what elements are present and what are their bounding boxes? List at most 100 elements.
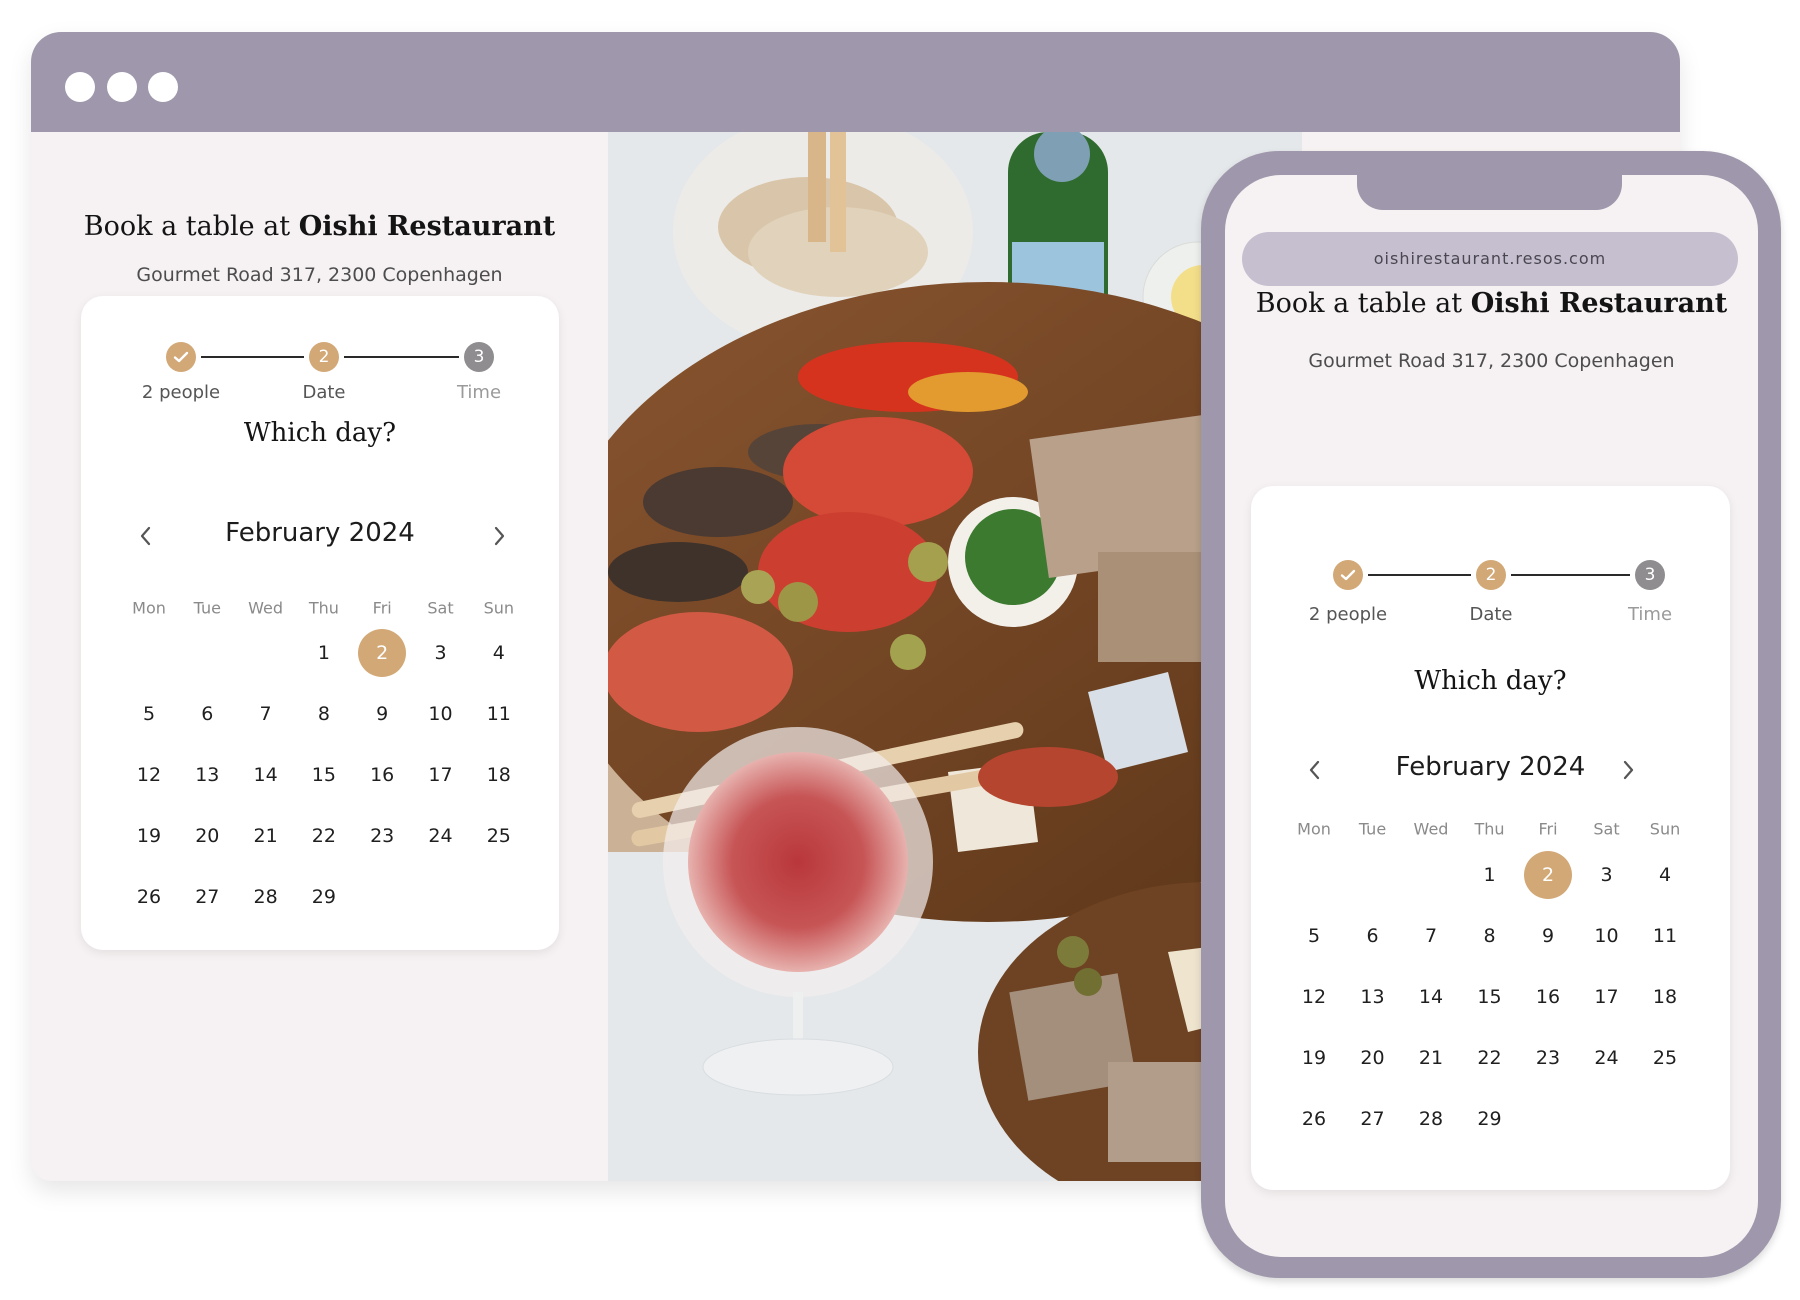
calendar-day[interactable]: 26 [125,873,173,921]
calendar-day[interactable]: 24 [1583,1034,1631,1082]
weekday-sat: Sat [427,598,454,618]
mobile-url-bar[interactable]: oishirestaurant.resos.com [1242,232,1738,286]
calendar-day[interactable]: 5 [125,690,173,738]
calendar-day[interactable]: 4 [1641,851,1689,899]
step-2-indicator: 2 [1476,560,1506,590]
calendar-day[interactable]: 10 [417,690,465,738]
next-month-button[interactable] [1615,757,1641,783]
calendar-day[interactable]: 18 [475,751,523,799]
calendar-day[interactable]: 12 [125,751,173,799]
calendar-day[interactable]: 7 [242,690,290,738]
mobile-phone-frame: oishirestaurant.resos.com Book a table a… [1201,151,1781,1278]
step-1-indicator[interactable] [1333,560,1363,590]
calendar-day[interactable]: 11 [1641,912,1689,960]
calendar-day[interactable]: 22 [300,812,348,860]
chevron-left-icon [140,526,151,546]
calendar-day[interactable]: 3 [417,629,465,677]
calendar-day[interactable]: 10 [1583,912,1631,960]
chevron-right-icon [494,526,505,546]
calendar-day[interactable]: 29 [1466,1095,1514,1143]
restaurant-food-photo [608,132,1302,1181]
calendar-day[interactable]: 29 [300,873,348,921]
weekday-fri: Fri [1538,819,1558,839]
step-connector [1511,574,1630,576]
calendar-day[interactable]: 19 [125,812,173,860]
calendar-day[interactable]: 21 [242,812,290,860]
step-2-indicator: 2 [309,342,339,372]
calendar-day[interactable]: 22 [1466,1034,1514,1082]
calendar-day[interactable]: 25 [475,812,523,860]
booking-pane: Book a table at Oishi Restaurant Gourmet… [31,132,608,1181]
calendar-day[interactable]: 1 [300,629,348,677]
calendar-day[interactable]: 16 [358,751,406,799]
chevron-right-icon [1623,760,1634,780]
calendar-day[interactable]: 14 [242,751,290,799]
step-3-label: Time [456,382,502,403]
calendar-day[interactable]: 21 [1407,1034,1455,1082]
calendar-day[interactable]: 19 [1290,1034,1338,1082]
calendar-day[interactable]: 1 [1466,851,1514,899]
calendar-day[interactable]: 28 [242,873,290,921]
mobile-title-prefix: Book a table at [1255,288,1471,319]
step-1-indicator[interactable] [166,342,196,372]
food-photo-illustration [608,132,1302,1181]
calendar-day[interactable]: 6 [183,690,231,738]
prev-month-button[interactable] [1302,757,1328,783]
prev-month-button[interactable] [133,523,159,549]
window-minimize-button[interactable] [107,72,137,102]
calendar-day[interactable]: 7 [1407,912,1455,960]
calendar-day[interactable]: 13 [1349,973,1397,1021]
calendar-day-selected[interactable]: 2 [358,629,407,677]
calendar-day[interactable]: 8 [1466,912,1514,960]
calendar-day[interactable]: 20 [1349,1034,1397,1082]
step-2-label: Date [302,382,346,403]
window-maximize-button[interactable] [148,72,178,102]
calendar-day[interactable]: 17 [1583,973,1631,1021]
calendar-day[interactable]: 25 [1641,1034,1689,1082]
calendar-day[interactable]: 23 [1524,1034,1572,1082]
calendar-day[interactable]: 9 [1524,912,1572,960]
calendar-day[interactable]: 16 [1524,973,1572,1021]
mobile-restaurant-address: Gourmet Road 317, 2300 Copenhagen [1308,350,1675,372]
calendar-day[interactable]: 27 [1349,1095,1397,1143]
calendar-day[interactable]: 17 [417,751,465,799]
next-month-button[interactable] [486,523,512,549]
which-day-heading: Which day? [1414,666,1567,696]
check-icon [1340,569,1356,581]
step-1-label: 2 people [141,382,221,403]
calendar-day[interactable]: 11 [475,690,523,738]
calendar-day[interactable]: 18 [1641,973,1689,1021]
check-icon [173,351,189,363]
calendar-day[interactable]: 3 [1583,851,1631,899]
calendar-day[interactable]: 8 [300,690,348,738]
window-close-button[interactable] [65,72,95,102]
calendar-day[interactable]: 23 [358,812,406,860]
calendar-day[interactable]: 28 [1407,1095,1455,1143]
calendar-day[interactable]: 14 [1407,973,1455,1021]
calendar-day[interactable]: 15 [1466,973,1514,1021]
weekday-mon: Mon [132,598,166,618]
window-title-bar [31,32,1680,132]
calendar-day[interactable]: 5 [1290,912,1338,960]
calendar-day[interactable]: 24 [417,812,465,860]
calendar-day[interactable]: 6 [1349,912,1397,960]
step-3-indicator: 3 [1635,560,1665,590]
calendar-day[interactable]: 27 [183,873,231,921]
calendar-day-selected[interactable]: 2 [1524,851,1572,899]
calendar-day[interactable]: 4 [475,629,523,677]
step-1-label: 2 people [1308,604,1388,625]
weekday-tue: Tue [1358,819,1387,839]
calendar-day[interactable]: 12 [1290,973,1338,1021]
which-day-heading: Which day? [243,418,397,448]
calendar-day[interactable]: 9 [358,690,406,738]
weekday-wed: Wed [1413,819,1449,839]
calendar-day[interactable]: 15 [300,751,348,799]
calendar-day[interactable]: 20 [183,812,231,860]
calendar-day[interactable]: 13 [183,751,231,799]
weekday-mon: Mon [1297,819,1331,839]
step-connector [344,356,459,358]
calendar-day[interactable]: 26 [1290,1095,1338,1143]
weekday-thu: Thu [1474,819,1505,839]
booking-card: 2 people 2 Date 3 Time Which day? February 202… [81,296,559,950]
weekday-fri: Fri [372,598,392,618]
